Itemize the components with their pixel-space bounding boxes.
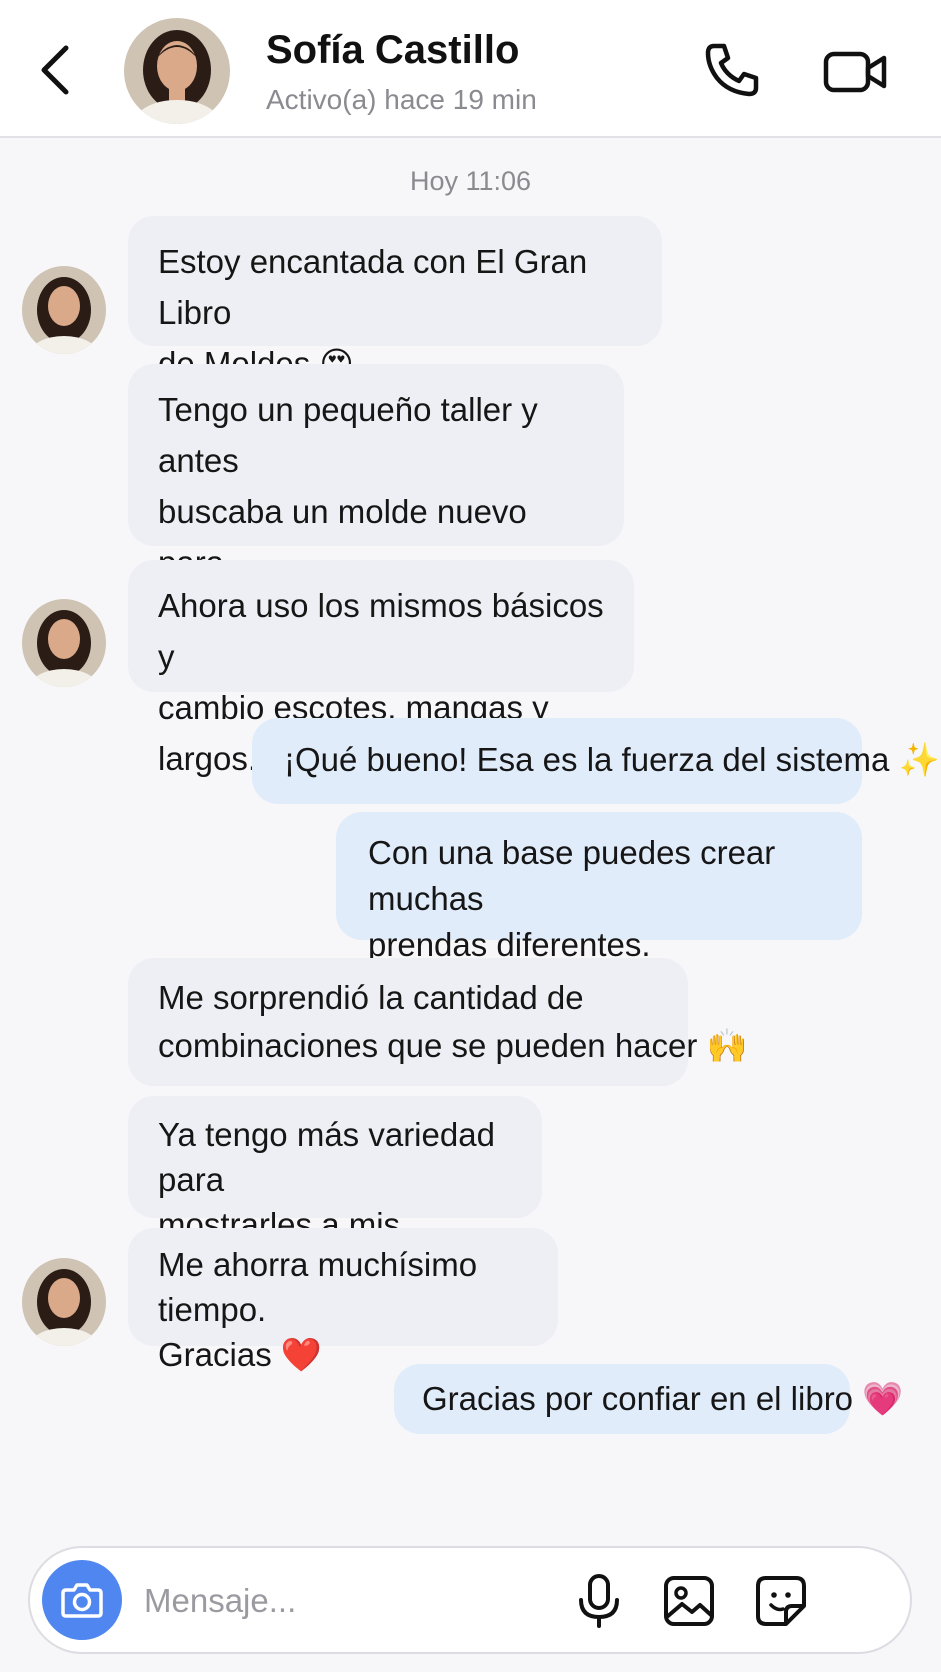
image-icon	[664, 1576, 714, 1626]
camera-button[interactable]	[42, 1560, 122, 1640]
message-bubble-incoming[interactable]: Ya tengo más variedad para mostrarles a …	[128, 1096, 542, 1288]
sender-avatar[interactable]	[22, 1258, 106, 1346]
message-bubble-incoming[interactable]: Estoy encantada con El Gran Libro de Mol…	[128, 216, 662, 382]
sticker-icon	[756, 1576, 806, 1626]
avatar-portrait-icon	[124, 18, 230, 124]
message-text: Gracias por confiar en el libro 💗	[422, 1380, 904, 1417]
message-input[interactable]	[142, 1570, 616, 1632]
message-bubble-incoming[interactable]: Me sorprendió la cantidad de combinacion…	[128, 958, 748, 1086]
message-bubble-outgoing[interactable]: Gracias por confiar en el libro 💗	[394, 1364, 904, 1434]
video-camera-icon	[823, 51, 887, 93]
phone-icon	[705, 43, 759, 97]
message-bubble-outgoing[interactable]: ¡Qué bueno! Esa es la fuerza del sistema…	[252, 718, 940, 804]
message-bubble-incoming[interactable]: Tengo un pequeño taller y antes buscaba …	[128, 364, 624, 632]
message-text: Me sorprendió la cantidad de combinacion…	[158, 979, 748, 1064]
contact-status: Activo(a) hace 19 min	[266, 84, 537, 115]
chat-header: Sofía Castillo Activo(a) hace 19 min	[0, 0, 941, 138]
message-bubble-incoming[interactable]: Ahora uso los mismos básicos y cambio es…	[128, 560, 634, 777]
back-button[interactable]	[34, 38, 82, 102]
message-text: ¡Qué bueno! Esa es la fuerza del sistema…	[284, 741, 940, 778]
avatar-portrait-icon	[22, 266, 106, 354]
message-composer	[28, 1546, 912, 1654]
voice-message-button[interactable]	[570, 1572, 628, 1630]
video-call-button[interactable]	[822, 40, 890, 104]
message-bubble-incoming[interactable]: Me ahorra muchísimo tiempo. Gracias ❤️	[128, 1228, 558, 1373]
sender-avatar[interactable]	[22, 266, 106, 354]
avatar-portrait-icon	[22, 1258, 106, 1346]
camera-icon	[61, 1583, 103, 1618]
date-separator: Hoy 11:06	[409, 166, 532, 196]
gallery-button[interactable]	[660, 1572, 718, 1630]
contact-avatar[interactable]	[124, 18, 230, 124]
avatar-portrait-icon	[22, 599, 106, 687]
message-bubble-outgoing[interactable]: Con una base puedes crear muchas prendas…	[336, 812, 862, 963]
message-text: Me ahorra muchísimo tiempo. Gracias ❤️	[158, 1246, 478, 1373]
sender-avatar[interactable]	[22, 599, 106, 687]
sticker-button[interactable]	[752, 1572, 810, 1630]
microphone-icon	[579, 1574, 619, 1628]
voice-call-button[interactable]	[700, 38, 764, 102]
chevron-left-icon	[41, 45, 69, 95]
message-text: Con una base puedes crear muchas prendas…	[368, 834, 776, 963]
contact-name[interactable]: Sofía Castillo	[266, 28, 519, 73]
